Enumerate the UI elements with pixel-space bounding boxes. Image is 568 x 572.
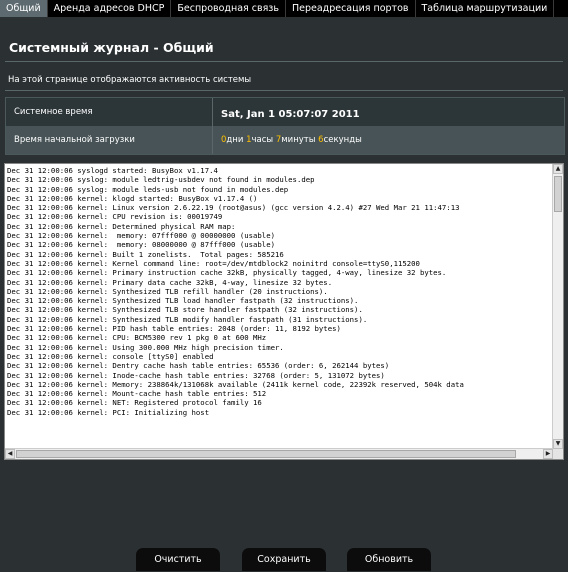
log-line: Dec 31 12:00:06 kernel: console [ttyS0] … — [7, 351, 214, 361]
system-time-row: Системное время Sat, Jan 1 05:07:07 2011 — [6, 98, 564, 126]
uptime-row: Время начальной загрузки 0дни 1часы 7мин… — [6, 126, 564, 154]
log-line: Dec 31 12:00:06 kernel: Built 1 zonelist… — [7, 249, 284, 259]
log-line: Dec 31 12:00:06 kernel: memory: 07fff000… — [7, 231, 275, 241]
tab-wireless[interactable]: Беспроводная связь — [171, 0, 286, 17]
refresh-button[interactable]: Обновить — [347, 548, 431, 571]
log-line: Dec 31 12:00:06 kernel: klogd started: B… — [7, 193, 258, 203]
clear-button[interactable]: Очистить — [136, 548, 220, 571]
log-line: Dec 31 12:00:06 kernel: Using 300.000 MH… — [7, 342, 284, 352]
system-time-value-cell: Sat, Jan 1 05:07:07 2011 — [213, 98, 564, 126]
log-line: Dec 31 12:00:06 kernel: CPU revision is:… — [7, 212, 223, 222]
horizontal-scrollbar[interactable]: ◀ ▶ — [5, 448, 553, 459]
vertical-scrollbar[interactable]: ▲ ▼ — [552, 164, 563, 449]
log-line: Dec 31 12:00:06 kernel: Primary data cac… — [7, 277, 333, 287]
uptime-value: 0дни 1часы 7минуты 6секунды — [213, 126, 564, 154]
log-line: Dec 31 12:00:06 kernel: Kernel command l… — [7, 258, 420, 268]
tab-routing-table[interactable]: Таблица маршрутизации — [416, 0, 555, 17]
system-log-textarea[interactable]: Dec 31 12:00:06 syslogd started: BusyBox… — [4, 163, 564, 460]
tab-port-forwarding[interactable]: Переадресация портов — [286, 0, 416, 17]
log-line: Dec 31 12:00:06 syslog: module ledtrig-u… — [7, 175, 315, 185]
system-info-table: Системное время Sat, Jan 1 05:07:07 2011… — [5, 97, 565, 155]
vertical-scroll-thumb[interactable] — [554, 176, 562, 212]
log-line: Dec 31 12:00:06 kernel: CPU: BCM5300 rev… — [7, 333, 267, 343]
system-time-value: Sat, Jan 1 05:07:07 2011 — [221, 109, 360, 120]
log-line: Dec 31 12:00:06 kernel: Synthesized TLB … — [7, 296, 359, 306]
tab-dhcp-leases[interactable]: Аренда адресов DHCP — [48, 0, 172, 17]
log-line: Dec 31 12:00:06 kernel: PID hash table e… — [7, 324, 341, 334]
action-buttons: Очистить Сохранить Обновить — [0, 548, 568, 572]
log-line: Dec 31 12:00:06 kernel: Determined physi… — [7, 221, 236, 231]
log-line: Dec 31 12:00:06 kernel: Mount-cache hash… — [7, 389, 267, 399]
scroll-left-arrow-icon[interactable]: ◀ — [5, 449, 15, 459]
uptime-seconds-unit: секунды — [323, 135, 362, 145]
uptime-label: Время начальной загрузки — [6, 126, 213, 154]
description-divider — [5, 90, 563, 91]
scrollbar-corner — [553, 449, 563, 459]
page-description: На этой странице отображаются активность… — [8, 75, 252, 85]
log-lines: Dec 31 12:00:06 syslogd started: BusyBox… — [7, 166, 551, 449]
log-line: Dec 31 12:00:06 kernel: Memory: 238864k/… — [7, 379, 464, 389]
log-line: Dec 31 12:00:06 kernel: Synthesized TLB … — [7, 305, 363, 315]
log-line: Dec 31 12:00:06 kernel: NET: Registered … — [7, 398, 262, 408]
log-line: Dec 31 12:00:06 syslogd started: BusyBox… — [7, 166, 218, 175]
log-line: Dec 31 12:00:06 kernel: Synthesized TLB … — [7, 314, 368, 324]
uptime-minutes-unit: минуты — [281, 135, 316, 145]
page-title: Системный журнал - Общий — [9, 40, 214, 55]
scroll-up-arrow-icon[interactable]: ▲ — [553, 164, 563, 174]
log-line: Dec 31 12:00:06 syslog: module leds-usb … — [7, 184, 289, 194]
title-divider — [5, 61, 563, 62]
scroll-right-arrow-icon[interactable]: ▶ — [543, 449, 553, 459]
system-time-label: Системное время — [6, 98, 213, 126]
tab-bar: Общий Аренда адресов DHCP Беспроводная с… — [0, 0, 568, 17]
uptime-days-unit: дни — [226, 135, 244, 145]
save-button[interactable]: Сохранить — [242, 548, 326, 571]
horizontal-scroll-thumb[interactable] — [16, 450, 516, 458]
log-line: Dec 31 12:00:06 kernel: Primary instruct… — [7, 268, 447, 278]
uptime-hours-unit: часы — [251, 135, 274, 145]
log-line: Dec 31 12:00:06 kernel: Inode-cache hash… — [7, 370, 385, 380]
log-line: Dec 31 12:00:06 kernel: memory: 08000000… — [7, 240, 275, 250]
log-line: Dec 31 12:00:06 kernel: PCI: Initializin… — [7, 407, 210, 417]
tab-general[interactable]: Общий — [0, 0, 48, 17]
log-line: Dec 31 12:00:06 kernel: Linux version 2.… — [7, 203, 460, 213]
log-line: Dec 31 12:00:06 kernel: Dentry cache has… — [7, 361, 390, 371]
log-line: Dec 31 12:00:06 kernel: Synthesized TLB … — [7, 286, 328, 296]
scroll-down-arrow-icon[interactable]: ▼ — [553, 439, 563, 449]
